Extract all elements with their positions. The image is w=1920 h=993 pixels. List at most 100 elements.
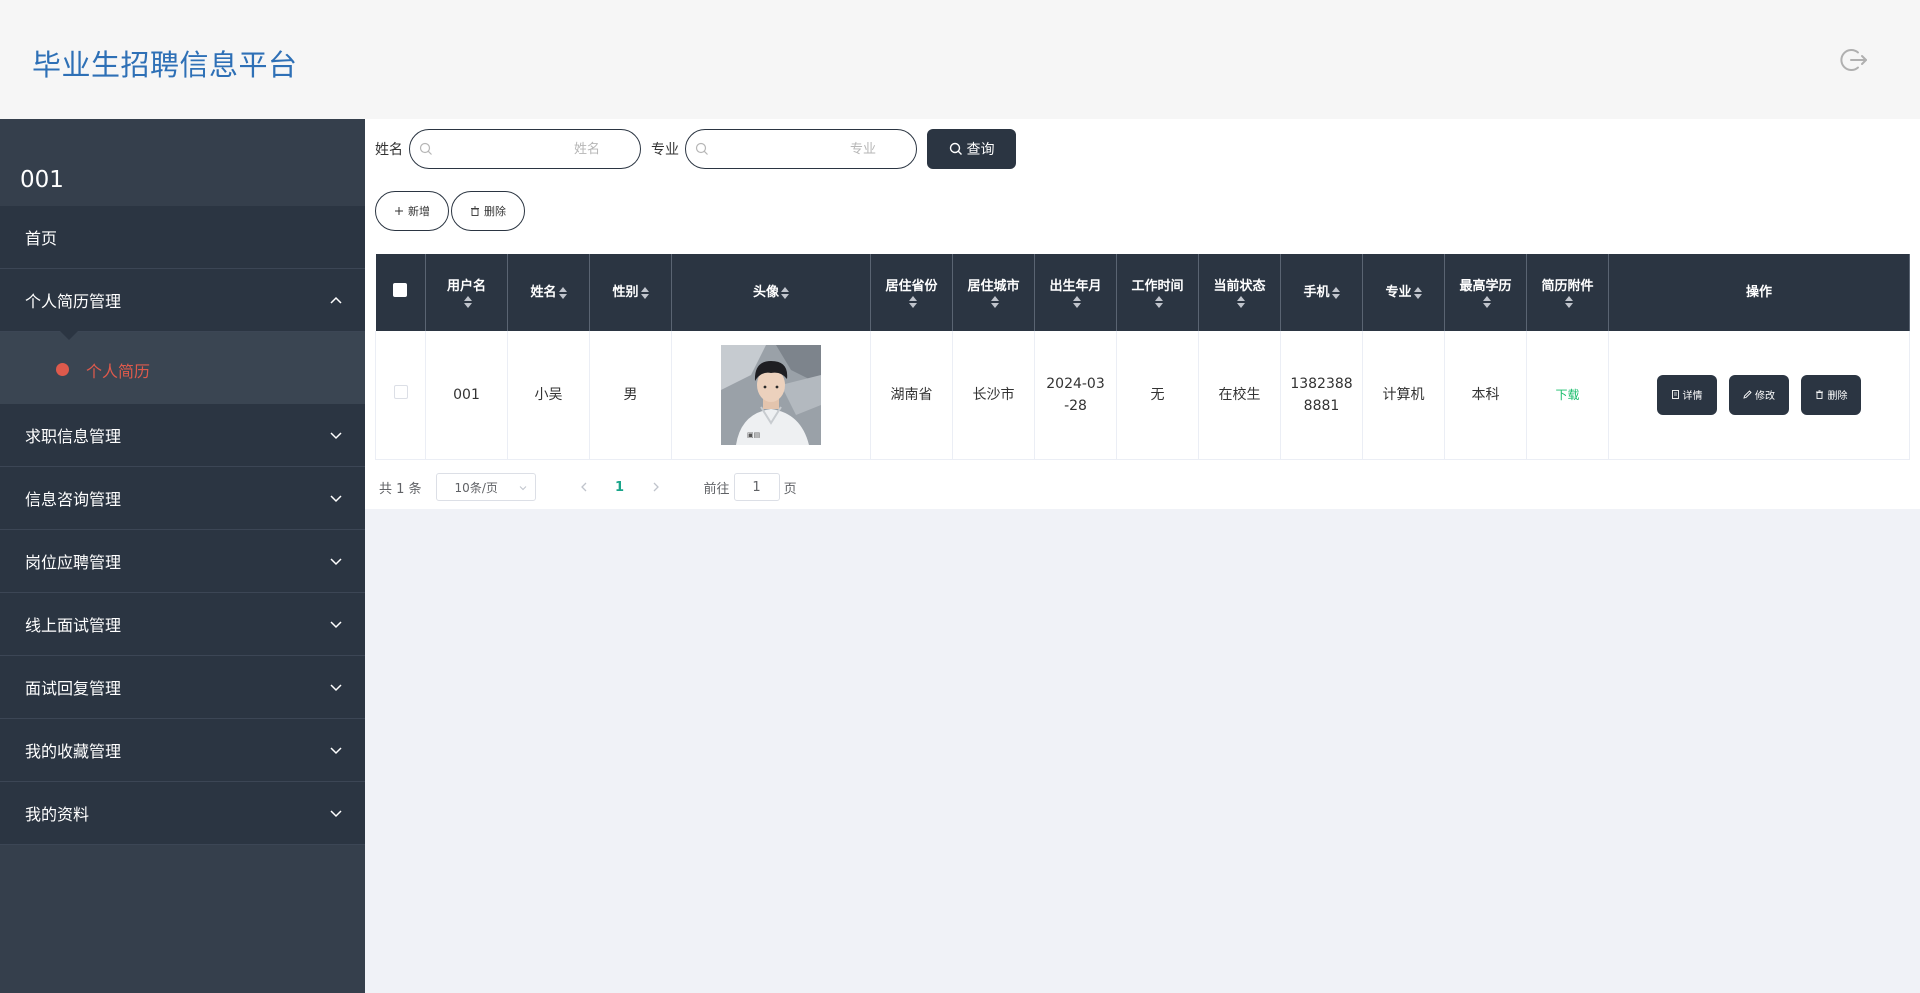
header-work-time[interactable]: 工作时间 [1116,254,1199,331]
header-resume[interactable]: 简历附件 [1526,254,1609,331]
sidebar-item-home[interactable]: 首页 [0,206,365,269]
sidebar-item-label: 求职信息管理 [25,427,122,446]
header-gender[interactable]: 性别 [589,254,672,331]
chevron-down-icon [330,621,342,629]
cell-avatar: ▣▤ [671,331,871,460]
header-birth[interactable]: 出生年月 [1034,254,1117,331]
sort-icon [1072,295,1081,308]
cell-city: 长沙市 [952,331,1035,460]
detail-button[interactable]: 详情 [1656,374,1717,415]
avatar-image[interactable]: ▣▤ [721,344,821,445]
header-province[interactable]: 居住省份 [870,254,953,331]
major-search-input[interactable] [716,130,906,168]
sort-icon [1564,295,1573,308]
cell-phone: 1382388 8881 [1280,331,1363,460]
sidebar-item-label: 我的收藏管理 [25,742,122,761]
birth-line-2: -28 [1064,397,1087,414]
sidebar-subitem-resume[interactable]: 个人简历 [0,331,365,404]
prev-page-button[interactable] [570,473,598,501]
sidebar: 001 首页 个人简历管理 个人简历 求职信息管理 信息咨询管理 岗位应聘管理 … [0,119,365,993]
sort-icon [781,286,789,299]
header-select-all[interactable] [375,254,426,331]
sort-icon [1331,286,1340,299]
edit-icon [1743,390,1752,399]
cell-gender: 男 [589,331,672,460]
add-button[interactable]: 新增 [375,191,449,231]
sidebar-item-application[interactable]: 岗位应聘管理 [0,530,365,593]
name-search-box [409,129,641,169]
header-label: 手机 [1303,284,1330,300]
header-label: 头像 [752,284,779,300]
header-name[interactable]: 姓名 [507,254,590,331]
header-label: 专业 [1385,284,1412,300]
name-search-input[interactable] [440,130,630,168]
action-row: 新增 删除 [375,191,525,231]
header-label: 工作时间 [1131,278,1184,294]
delete-button-label: 删除 [1827,391,1848,403]
resume-download-link[interactable]: 下载 [1555,388,1579,402]
sidebar-item-favorites[interactable]: 我的收藏管理 [0,719,365,782]
sidebar-item-job-info[interactable]: 求职信息管理 [0,404,365,467]
search-icon [949,142,962,155]
edit-button-label: 修改 [1755,391,1775,403]
delete-button[interactable]: 删除 [1801,374,1862,415]
search-icon [419,142,432,155]
sort-icon [640,286,649,299]
document-icon [1671,390,1679,400]
header-label: 居住省份 [885,278,938,294]
batch-delete-button[interactable]: 删除 [451,191,525,231]
query-button-label: 查询 [966,142,995,158]
chevron-down-icon [330,495,342,503]
sidebar-item-label: 面试回复管理 [25,679,122,698]
query-button[interactable]: 查询 [927,129,1016,169]
page-number-current[interactable]: 1 [608,480,632,495]
header-city[interactable]: 居住城市 [952,254,1035,331]
sidebar-item-label: 首页 [25,229,58,248]
select-all-checkbox[interactable] [393,282,408,297]
sort-icon [908,295,917,308]
search-bar: 姓名 专业 查询 [375,129,1016,169]
sidebar-item-label: 岗位应聘管理 [25,553,122,572]
header-label: 姓名 [530,284,557,300]
name-search-label: 姓名 [375,142,403,158]
logout-icon[interactable] [1839,45,1869,75]
goto-page-input[interactable] [733,473,780,501]
sidebar-item-resume-management[interactable]: 个人简历管理 [0,269,365,332]
cell-education: 本科 [1444,331,1527,460]
page-size-value: 10条/页 [454,480,498,495]
active-dot-icon [56,363,69,376]
phone-line-1: 1382388 [1290,375,1353,392]
header-ops: 操作 [1608,254,1910,331]
chevron-down-icon [330,810,342,818]
sidebar-item-profile[interactable]: 我的资料 [0,782,365,845]
sidebar-item-interview[interactable]: 线上面试管理 [0,593,365,656]
page-size-select[interactable]: 10条/页 [435,473,536,501]
chevron-left-icon [580,482,587,492]
cell-username: 001 [425,331,508,460]
sort-icon [558,286,567,299]
header-major[interactable]: 专业 [1362,254,1445,331]
sidebar-item-interview-reply[interactable]: 面试回复管理 [0,656,365,719]
chevron-down-icon [330,747,342,755]
chevron-down-icon [330,432,342,440]
pagination-total: 共 1 条 [379,481,422,497]
edit-button[interactable]: 修改 [1729,374,1789,415]
header-education[interactable]: 最高学历 [1444,254,1527,331]
header: 毕业生招聘信息平台 [0,0,1920,119]
sort-icon [1154,295,1163,308]
sidebar-item-consult[interactable]: 信息咨询管理 [0,467,365,530]
next-page-button[interactable] [642,473,670,501]
cell-birth: 2024-03 -28 [1034,331,1117,460]
header-username[interactable]: 用户名 [425,254,508,331]
header-avatar[interactable]: 头像 [671,254,871,331]
sort-icon [1236,295,1245,308]
header-phone[interactable]: 手机 [1280,254,1363,331]
add-button-label: 新增 [408,205,430,218]
goto-suffix: 页 [783,481,797,497]
header-label: 简历附件 [1541,278,1594,294]
row-checkbox[interactable] [393,384,408,399]
sort-icon [990,295,999,308]
header-status[interactable]: 当前状态 [1198,254,1281,331]
cell-select[interactable] [375,331,426,460]
table-header-row: 用户名 姓名 性别 头像 居住省份 居住城市 出生年月 工作时间 当前状态 手机… [375,254,1910,331]
